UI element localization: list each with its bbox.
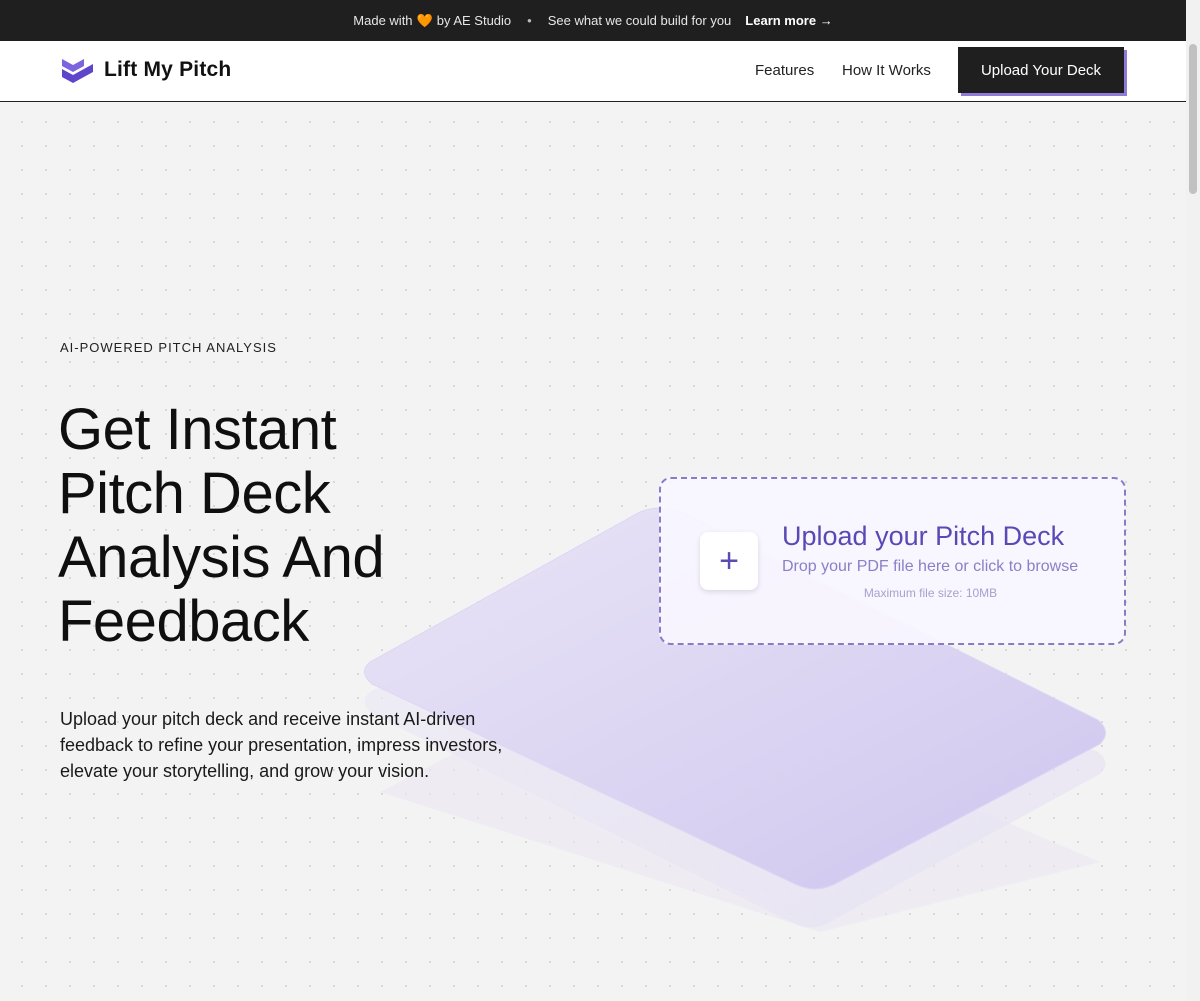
stacked-chevron-logo-icon (62, 59, 93, 83)
dropzone-title: Upload your Pitch Deck (782, 521, 1065, 551)
hero-section: AI-POWERED PITCH ANALYSIS Get Instant Pi… (0, 102, 1186, 1001)
logo-text: Lift My Pitch (104, 58, 232, 81)
announcement-bar: Made with 🧡 by AE Studio • See what we c… (0, 0, 1186, 41)
hero-headline: Get Instant Pitch Deck Analysis And Feed… (58, 398, 578, 654)
logo[interactable]: Lift My Pitch (60, 55, 231, 85)
scrollbar-thumb[interactable] (1189, 44, 1197, 194)
by-studio-text: by AE Studio (436, 13, 512, 28)
learn-more-link[interactable]: Learn more → (745, 13, 832, 28)
plus-icon[interactable]: + (700, 532, 758, 590)
heart-icon: 🧡 (416, 12, 433, 28)
eyebrow-label: AI-POWERED PITCH ANALYSIS (60, 340, 277, 355)
upload-deck-button[interactable]: Upload Your Deck (958, 47, 1124, 93)
main-navbar: Lift My Pitch Features How It Works Uplo… (0, 41, 1186, 102)
headline-line: Pitch Deck (58, 461, 331, 526)
headline-line: Feedback (58, 589, 309, 654)
nav-link-features[interactable]: Features (755, 62, 814, 79)
upload-dropzone[interactable]: + Upload your Pitch Deck Drop your PDF f… (659, 477, 1126, 645)
max-file-size-note: Maximum file size: 10MB (863, 586, 998, 600)
page-scrollbar[interactable] (1186, 0, 1200, 1001)
nav-link-how-it-works[interactable]: How It Works (842, 62, 931, 79)
separator-dot: • (527, 13, 532, 28)
headline-line: Get Instant (58, 397, 337, 462)
dropzone-subtitle: Drop your PDF file here or click to brow… (782, 558, 1079, 575)
hero-subtext: Upload your pitch deck and receive insta… (60, 709, 503, 781)
made-with-text: Made with (353, 13, 413, 28)
headline-line: Analysis And (58, 525, 385, 590)
tagline-text: See what we could build for you (547, 13, 732, 28)
